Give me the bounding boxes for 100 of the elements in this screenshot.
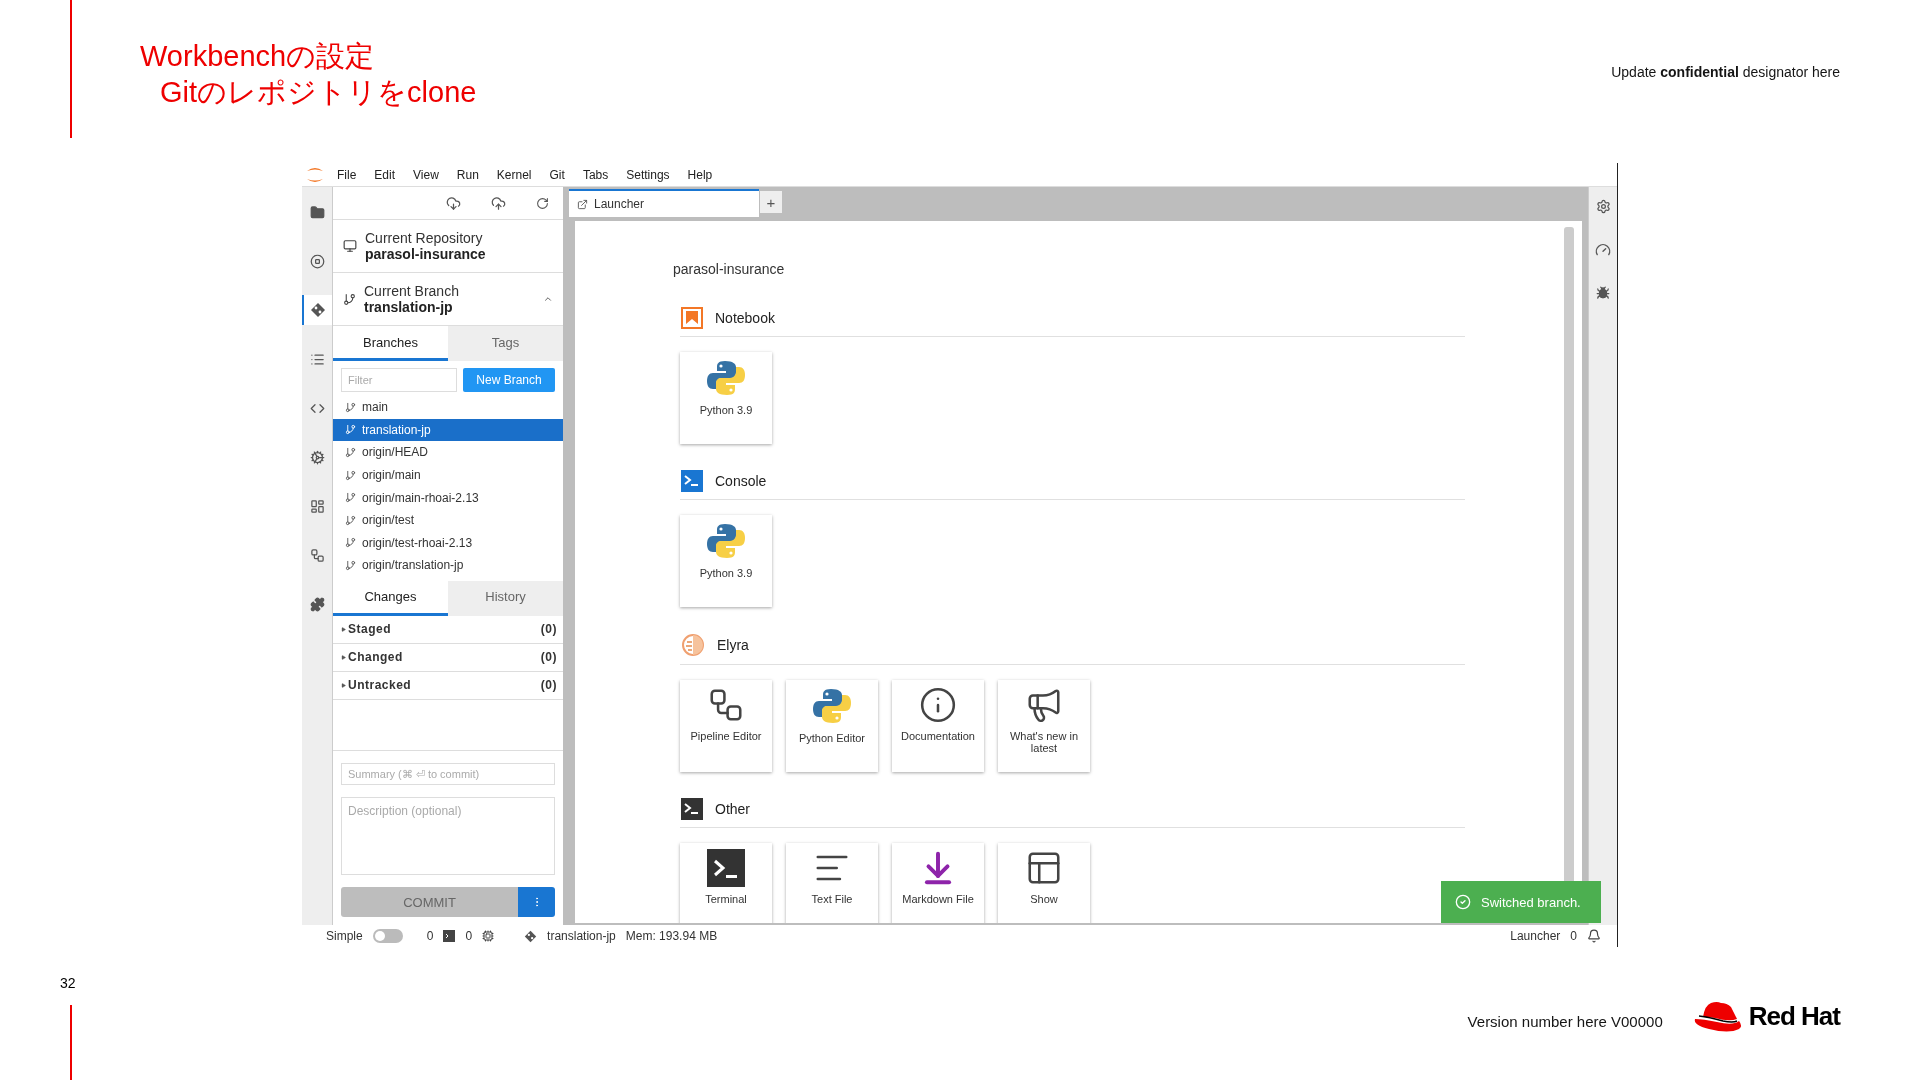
python-icon xyxy=(812,686,852,726)
mode-label: Simple xyxy=(326,929,363,943)
push-icon[interactable] xyxy=(491,195,506,211)
version-note: Version number here V00000 xyxy=(1467,1013,1663,1030)
python-icon xyxy=(706,358,746,398)
refresh-icon[interactable] xyxy=(536,196,549,210)
menu-item[interactable]: View xyxy=(404,167,448,182)
filter-field[interactable]: Filter xyxy=(341,368,457,392)
branch-icon xyxy=(345,447,356,458)
branch-icon xyxy=(345,514,356,526)
launcher-card[interactable]: Documentation xyxy=(892,680,984,772)
launcher-card[interactable]: What's new in latest xyxy=(998,680,1090,772)
menu-item[interactable]: Edit xyxy=(365,167,405,182)
menu-item[interactable]: Run xyxy=(447,167,488,182)
git-icon xyxy=(524,929,538,943)
launcher-card[interactable]: Python 3.9 xyxy=(680,352,772,444)
branch-name: origin/main-rhoai-2.13 xyxy=(362,490,479,505)
menu-item[interactable]: Git xyxy=(540,167,574,182)
memory-usage: Mem: 193.94 MB xyxy=(625,929,718,943)
branch-icon xyxy=(345,559,356,571)
settings-icon[interactable] xyxy=(1595,199,1611,214)
branch-name: translation-jp xyxy=(362,422,431,437)
document-tab[interactable]: Launcher xyxy=(569,189,759,217)
branch-item[interactable]: origin/main xyxy=(333,463,563,487)
branch-item[interactable]: origin/test-rhoai-2.13 xyxy=(333,531,563,555)
brand-name: Red Hat xyxy=(1748,1000,1840,1032)
menu-item[interactable]: File xyxy=(328,167,366,182)
branch-icon xyxy=(343,292,356,306)
branch-item[interactable]: origin/main-rhoai-2.13 xyxy=(333,486,563,509)
active-tab-name: Launcher xyxy=(1510,929,1561,943)
branch-item[interactable]: origin/HEAD xyxy=(333,441,563,464)
simple-mode-toggle[interactable] xyxy=(372,929,403,943)
launcher-card[interactable]: Text File xyxy=(786,843,878,923)
panel-layout-icon xyxy=(1025,849,1063,887)
panel-tab[interactable]: Tags xyxy=(448,326,563,361)
menu-item[interactable]: Tabs xyxy=(573,167,618,182)
extension-icon xyxy=(309,596,325,612)
cpu-icon xyxy=(482,930,495,942)
summary-field[interactable]: Summary (⌘ ⏎ to commit) xyxy=(341,763,555,785)
branch-item[interactable]: main xyxy=(333,396,563,419)
launcher-card[interactable]: Markdown File xyxy=(892,843,984,923)
group-count: (0) xyxy=(540,678,557,693)
branch-name: translation-jp xyxy=(364,299,454,315)
sidebar-tab[interactable] xyxy=(302,295,332,325)
launcher-card[interactable]: Show xyxy=(998,843,1090,923)
branch-icon xyxy=(345,469,356,481)
monitor-icon xyxy=(343,239,357,253)
menu-item[interactable]: Kernel xyxy=(487,167,541,182)
debug-icon[interactable] xyxy=(1596,286,1610,300)
section-title: Other xyxy=(715,801,750,817)
launcher-card[interactable]: Python Editor xyxy=(786,680,878,772)
group-count: (0) xyxy=(540,622,557,637)
notification-icon[interactable] xyxy=(1587,929,1601,943)
python-icon xyxy=(706,521,746,561)
launcher-card[interactable]: Pipeline Editor xyxy=(680,680,772,772)
terminal-icon xyxy=(443,930,456,942)
nodes-icon xyxy=(309,547,325,563)
section-title: Console xyxy=(715,473,767,489)
launcher-card[interactable]: Python 3.9 xyxy=(680,515,772,607)
menu-item[interactable]: Settings xyxy=(617,167,679,182)
branch-icon xyxy=(345,537,356,549)
expand-icon[interactable] xyxy=(341,654,346,660)
group-label: Changed xyxy=(348,650,403,665)
branch-name: origin/HEAD xyxy=(362,445,429,460)
terminal-icon xyxy=(681,798,703,820)
brain-icon xyxy=(681,633,705,657)
branch-icon xyxy=(345,424,356,436)
branch-name: translation-jp xyxy=(547,929,616,943)
expand-icon[interactable] xyxy=(341,682,346,688)
section-label: Current Repository xyxy=(365,230,484,246)
check-icon xyxy=(1455,894,1471,910)
info-icon xyxy=(919,686,957,724)
stop-icon xyxy=(309,253,325,269)
pull-icon[interactable] xyxy=(446,195,461,211)
branch-name: main xyxy=(362,400,388,415)
confidential-note: Update confidential designator here xyxy=(1611,64,1840,82)
branch-name: origin/test-rhoai-2.13 xyxy=(362,535,473,550)
kernel-count: 0 xyxy=(465,929,473,943)
branch-item[interactable]: origin/test xyxy=(333,508,563,532)
menu-item[interactable]: Help xyxy=(678,167,722,182)
folder-icon xyxy=(309,204,325,220)
toast-message: Switched branch. xyxy=(1481,894,1581,910)
git-icon xyxy=(310,302,326,318)
gauge-icon[interactable] xyxy=(1595,242,1611,258)
new-tab-button[interactable]: + xyxy=(760,191,782,213)
launcher-card[interactable]: Terminal xyxy=(680,843,772,923)
megaphone-icon xyxy=(1025,686,1063,724)
panel-tab[interactable]: History xyxy=(448,580,563,616)
tab-label: Launcher xyxy=(594,197,645,211)
slide-title: Workbenchの設定 Gitのレポジトリをclone xyxy=(140,39,477,110)
notification-count: 0 xyxy=(1570,929,1577,943)
description-field[interactable]: Description (optional) xyxy=(341,797,555,875)
branch-name: origin/main xyxy=(362,468,421,483)
collapse-icon[interactable] xyxy=(543,294,553,304)
notebook-icon xyxy=(681,307,703,329)
terminal-icon xyxy=(707,849,745,887)
branch-item[interactable]: origin/translation-jp xyxy=(333,554,563,577)
launcher-title: parasol-insurance xyxy=(673,261,786,277)
branch-item[interactable]: translation-jp xyxy=(333,418,563,442)
expand-icon[interactable] xyxy=(341,626,346,632)
